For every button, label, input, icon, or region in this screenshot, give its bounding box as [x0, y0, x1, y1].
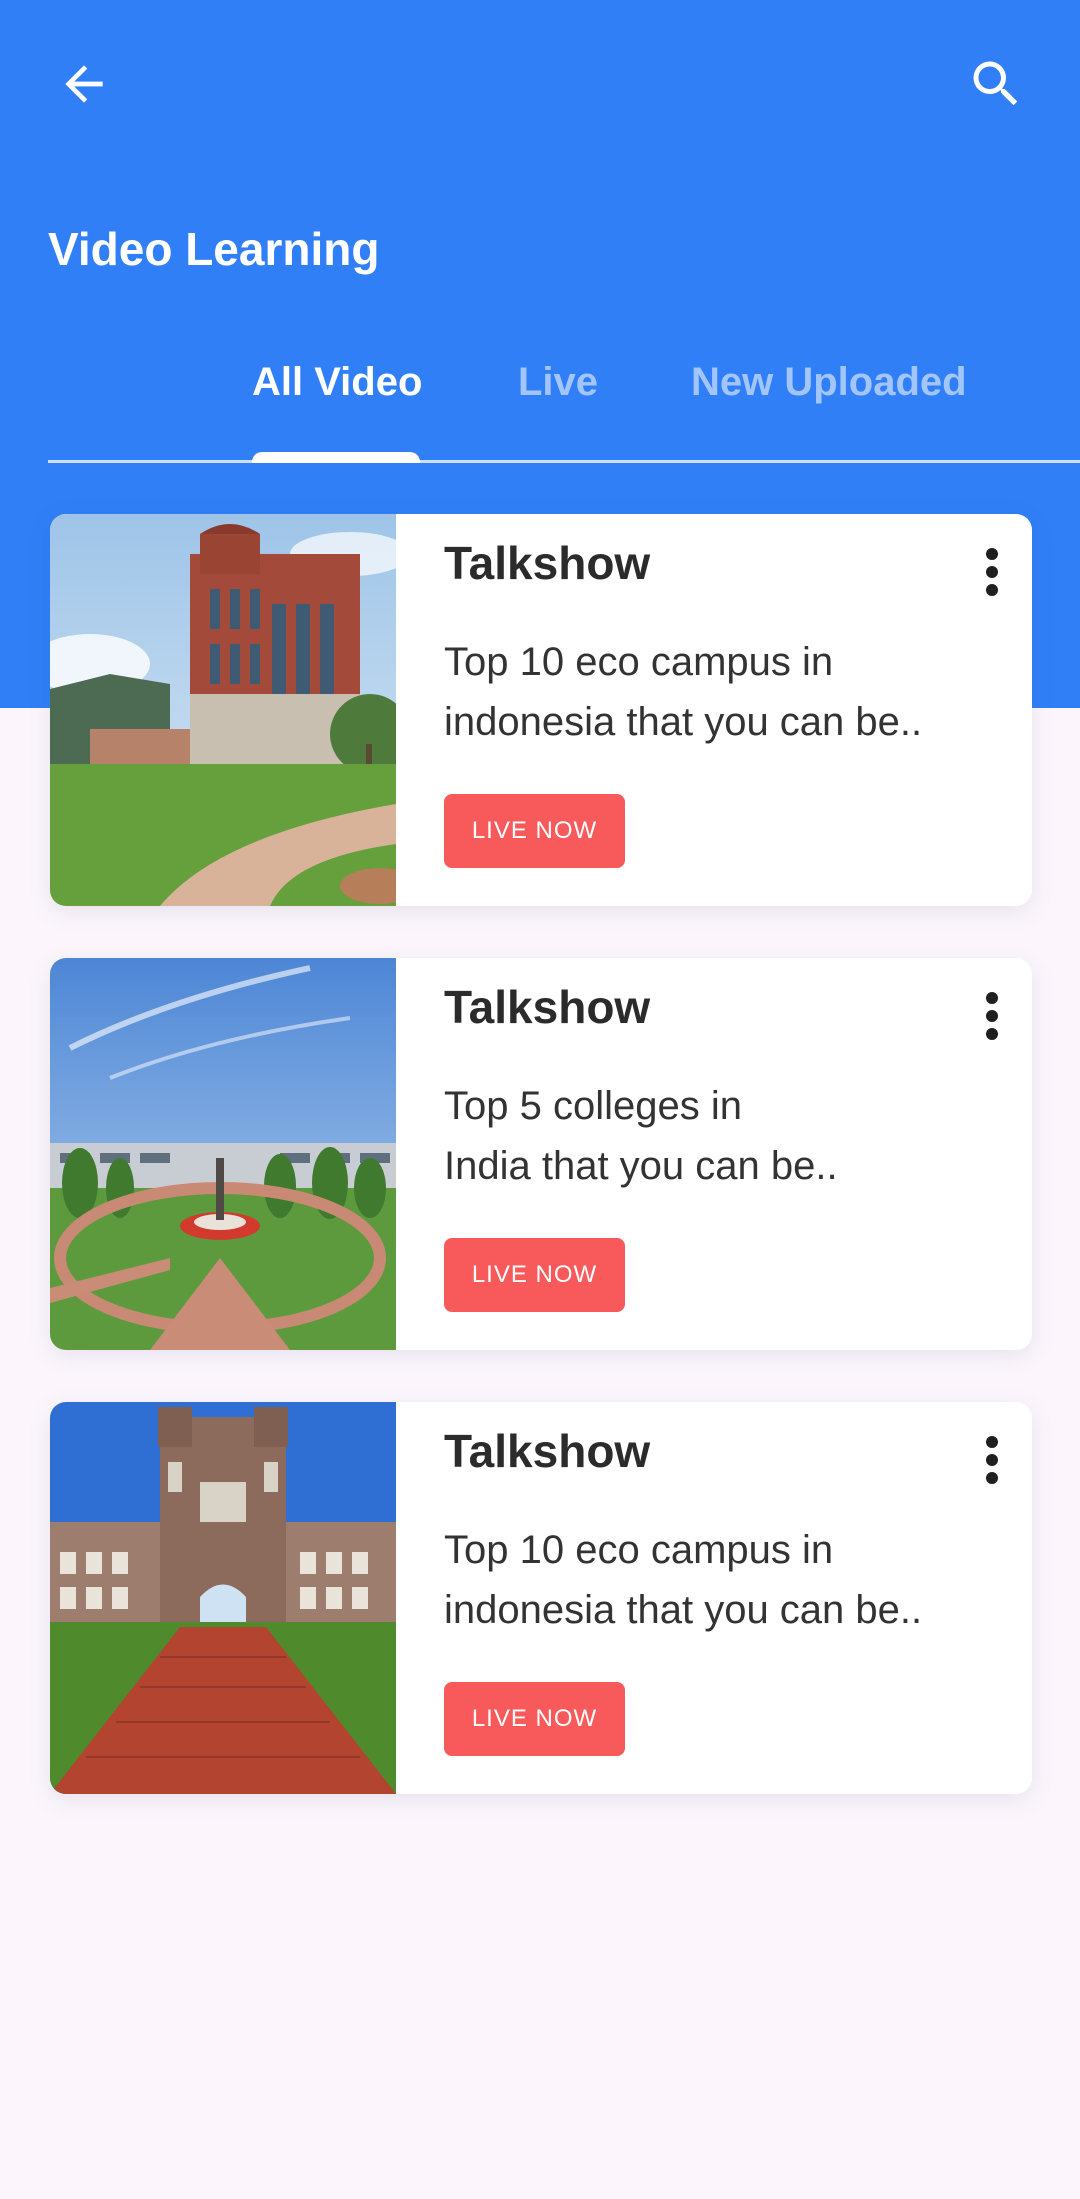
- live-now-button[interactable]: LIVE NOW: [444, 1682, 625, 1756]
- video-card[interactable]: Talkshow Top 10 eco campus in indonesia …: [50, 514, 1032, 906]
- tab-bar: All Video Live New Uploaded: [48, 340, 1080, 464]
- more-options-button[interactable]: [964, 980, 1020, 1052]
- arrow-left-icon: [65, 65, 103, 103]
- page-title: Video Learning: [48, 223, 380, 275]
- card-description: Top 10 eco campus in indonesia that you …: [444, 640, 923, 744]
- back-button[interactable]: [36, 36, 132, 132]
- more-options-button[interactable]: [964, 536, 1020, 608]
- video-thumbnail[interactable]: [50, 958, 396, 1350]
- search-button[interactable]: [948, 36, 1044, 132]
- tab-new-uploaded[interactable]: New Uploaded: [691, 360, 967, 405]
- more-vertical-icon: [986, 1436, 998, 1484]
- more-vertical-icon: [986, 992, 998, 1040]
- card-title: Talkshow: [444, 1425, 651, 1477]
- more-vertical-icon: [986, 548, 998, 596]
- card-description: Top 5 colleges in India that you can be.…: [444, 1084, 838, 1188]
- card-title: Talkshow: [444, 537, 651, 589]
- tab-live[interactable]: Live: [518, 360, 598, 405]
- video-card[interactable]: Talkshow Top 5 colleges in India that yo…: [50, 958, 1032, 1350]
- card-description: Top 10 eco campus in indonesia that you …: [444, 1528, 923, 1632]
- search-icon: [973, 61, 1018, 106]
- video-card[interactable]: Talkshow Top 10 eco campus in indonesia …: [50, 1402, 1032, 1794]
- video-thumbnail[interactable]: [50, 514, 396, 906]
- more-options-button[interactable]: [964, 1424, 1020, 1496]
- active-tab-indicator: [252, 452, 420, 463]
- tab-all-video[interactable]: All Video: [252, 360, 422, 405]
- tab-divider: [48, 460, 1080, 463]
- video-thumbnail[interactable]: [50, 1402, 396, 1794]
- card-title: Talkshow: [444, 981, 651, 1033]
- live-now-button[interactable]: LIVE NOW: [444, 1238, 625, 1312]
- live-now-button[interactable]: LIVE NOW: [444, 794, 625, 868]
